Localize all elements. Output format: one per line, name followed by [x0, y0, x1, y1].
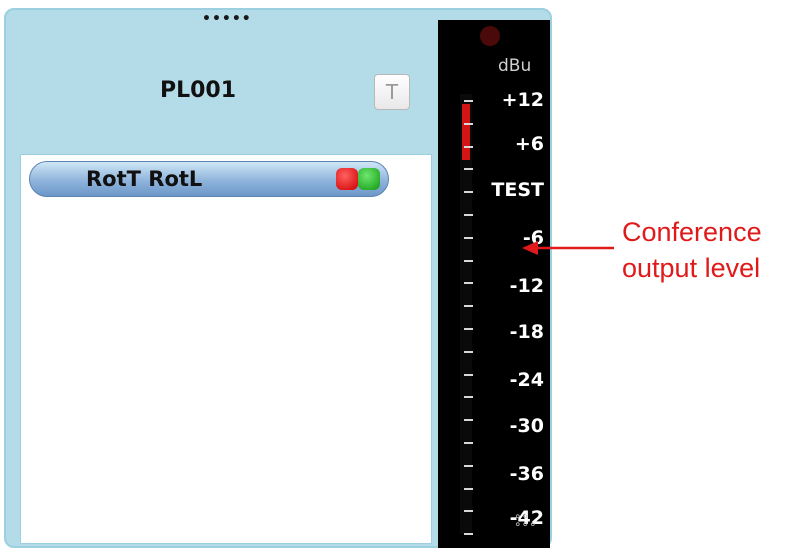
scale-label: +6 [514, 133, 544, 155]
meter-unit-label: dBu [498, 56, 532, 76]
t-button[interactable]: T [374, 74, 410, 110]
green-indicator-icon [358, 168, 380, 190]
meter-tick [464, 442, 473, 444]
meter-tick [464, 168, 473, 171]
scale-label: +12 [501, 89, 544, 111]
meter-tick [464, 100, 473, 102]
meter-tick [464, 464, 473, 467]
drag-handle[interactable]: ••••• [202, 12, 252, 26]
meter-tick [464, 236, 473, 239]
party-list: RotT RotL [20, 154, 432, 544]
scale-label: -30 [509, 415, 544, 437]
party-item[interactable]: RotT RotL [29, 161, 389, 197]
annotation-arrow-icon [522, 241, 614, 255]
red-indicator-icon [336, 168, 358, 190]
meter-resize-handle[interactable]: ∘∘ ∘∘∘ [514, 510, 537, 530]
meter-tick [464, 533, 473, 536]
meter-tick [464, 328, 473, 330]
meter-tick [464, 396, 473, 399]
meter-tick [464, 419, 473, 422]
meter-tick [464, 282, 473, 285]
meter-tick [464, 214, 473, 216]
level-bar-track [460, 94, 472, 534]
meter-tick [464, 145, 473, 148]
annotation-label: Conference output level [622, 214, 762, 286]
party-label: RotT RotL [86, 167, 203, 191]
level-meter: dBu +12 +6 TEST -6 -12 -18 -24 -30 -36 -… [438, 20, 550, 548]
meter-tick [464, 350, 473, 353]
annotation-line-1: Conference [622, 217, 762, 247]
meter-tick [464, 305, 473, 308]
scale-label: -12 [509, 275, 544, 297]
scale-label: TEST [491, 179, 544, 201]
meter-tick [464, 259, 473, 262]
meter-tick [464, 373, 473, 376]
level-bar-fill [462, 104, 470, 160]
scale-label: -36 [509, 463, 544, 485]
panel-title: PL001 [159, 78, 237, 103]
peak-lamp-icon [480, 26, 500, 46]
meter-tick [464, 487, 473, 490]
annotation-line-2: output level [622, 253, 761, 283]
meter-tick [464, 191, 473, 194]
meter-tick [464, 510, 473, 513]
scale-label: -18 [509, 321, 544, 343]
scale-label: -24 [509, 369, 544, 391]
meter-tick [464, 122, 473, 125]
